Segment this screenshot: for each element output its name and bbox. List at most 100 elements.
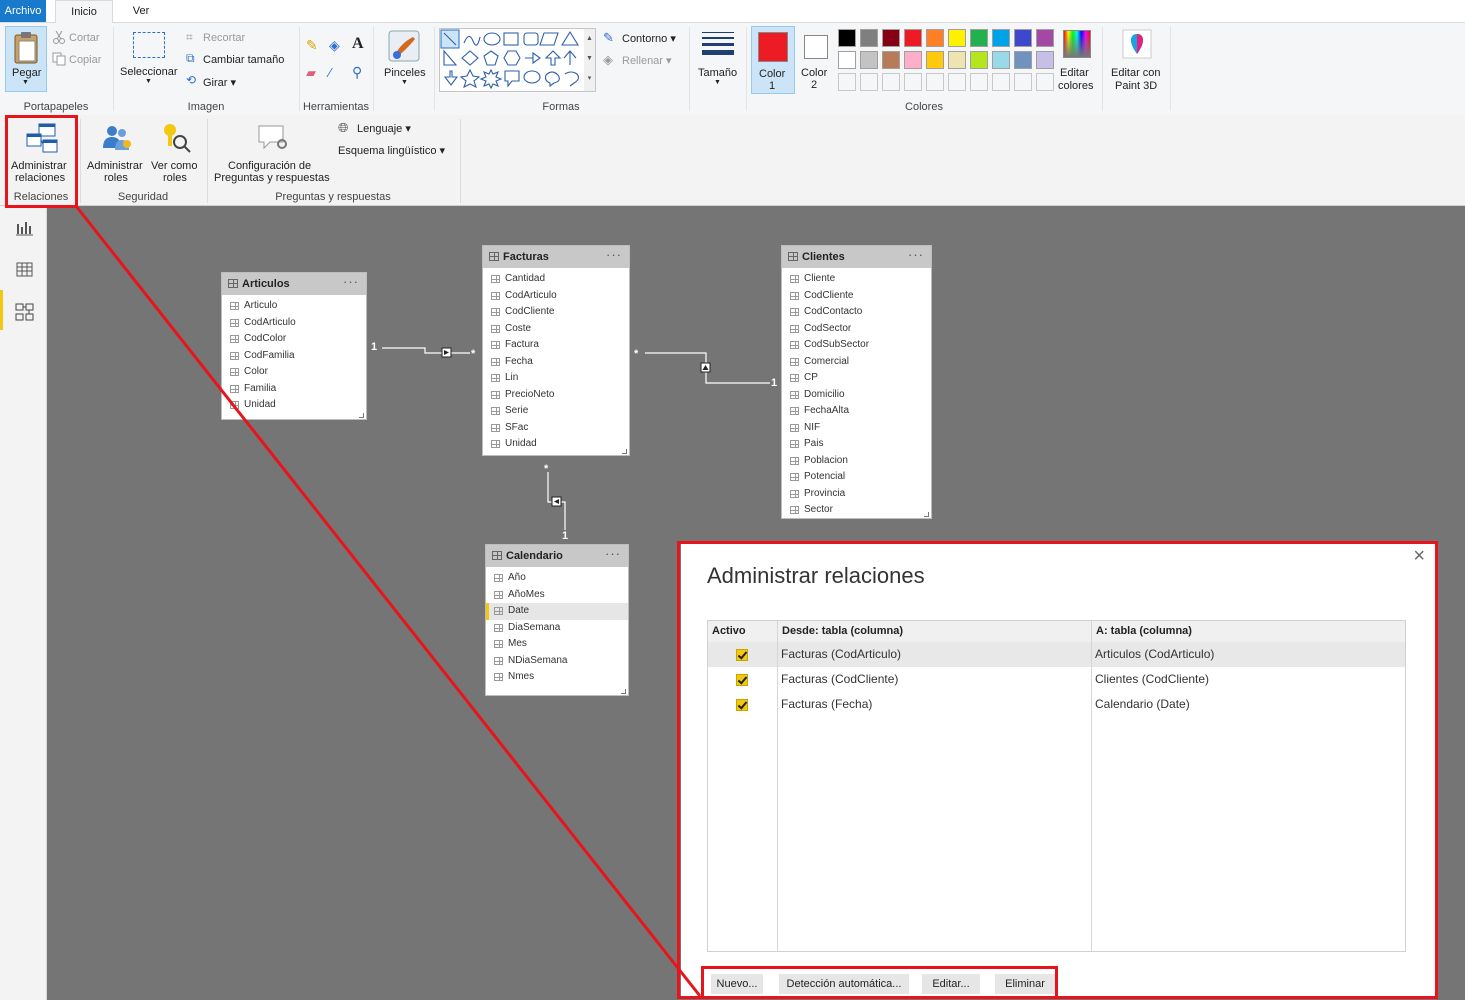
column-item[interactable]: Coste [483, 321, 629, 338]
column-item[interactable]: FechaAlta [782, 403, 931, 420]
palette-color-swatch[interactable] [1014, 51, 1032, 69]
edit-paint3d-button[interactable]: Editar con Paint 3D [1106, 27, 1168, 93]
palette-color-swatch[interactable] [948, 29, 966, 47]
more-options-icon[interactable]: ··· [343, 274, 359, 289]
palette-color-swatch[interactable] [882, 29, 900, 47]
palette-color-swatch[interactable] [926, 29, 944, 47]
cut-button[interactable]: Cortar [69, 32, 100, 44]
column-item[interactable]: Nmes [486, 669, 628, 686]
palette-empty-swatch[interactable] [1014, 73, 1032, 91]
palette-color-swatch[interactable] [992, 51, 1010, 69]
fill-bucket-icon[interactable]: ◈ [329, 37, 340, 54]
color1-button[interactable]: Color 1 [751, 26, 795, 94]
text-tool-icon[interactable]: A [352, 35, 364, 53]
palette-color-swatch[interactable] [860, 29, 878, 47]
linguistic-schema-button[interactable]: Esquema lingüístico ▾ [338, 144, 445, 157]
table-card-clientes[interactable]: Clientes ··· Cliente CodCliente CodContacto C… [782, 246, 931, 518]
brushes-button[interactable]: Pinceles ▼ [380, 27, 430, 91]
palette-color-swatch[interactable] [970, 51, 988, 69]
column-item[interactable]: AñoMes [486, 587, 628, 604]
column-item[interactable]: Factura [483, 337, 629, 354]
column-item[interactable]: SFac [483, 420, 629, 437]
table-card-facturas[interactable]: Facturas ··· Cantidad CodArticulo CodCliente… [483, 246, 629, 455]
column-item[interactable]: Lin [483, 370, 629, 387]
table-card-header[interactable]: Clientes ··· [782, 246, 931, 268]
column-item[interactable]: Sector [782, 502, 931, 519]
fill-button[interactable]: Rellenar ▾ [622, 54, 672, 67]
magnifier-icon[interactable]: ⚲ [352, 64, 362, 81]
palette-color-swatch[interactable] [904, 51, 922, 69]
palette-empty-swatch[interactable] [838, 73, 856, 91]
palette-color-swatch[interactable] [860, 51, 878, 69]
column-item[interactable]: DiaSemana [486, 620, 628, 637]
tab-view[interactable]: Ver [117, 0, 165, 22]
column-item[interactable]: Domicilio [782, 387, 931, 404]
palette-empty-swatch[interactable] [926, 73, 944, 91]
column-item[interactable]: CodFamilia [222, 348, 366, 365]
resize-button[interactable]: Cambiar tamaño [203, 54, 284, 66]
column-item[interactable]: CP [782, 370, 931, 387]
column-item[interactable]: Año [486, 570, 628, 587]
tab-home[interactable]: Inicio [55, 0, 113, 23]
column-item[interactable]: CodContacto [782, 304, 931, 321]
column-item[interactable]: Serie [483, 403, 629, 420]
palette-color-swatch[interactable] [882, 51, 900, 69]
column-item[interactable]: Cliente [782, 271, 931, 288]
column-item[interactable]: CodColor [222, 331, 366, 348]
paste-button[interactable]: Pegar ▼ [5, 26, 47, 92]
palette-empty-swatch[interactable] [992, 73, 1010, 91]
table-card-header[interactable]: Articulos ··· [222, 273, 366, 295]
color2-button[interactable]: Color 2 [797, 26, 835, 92]
palette-color-swatch[interactable] [970, 29, 988, 47]
palette-color-swatch[interactable] [992, 29, 1010, 47]
model-view-icon[interactable] [15, 302, 35, 322]
column-item[interactable]: PrecioNeto [483, 387, 629, 404]
column-item[interactable]: Mes [486, 636, 628, 653]
qa-config-button[interactable]: Configuración de Preguntas y respuestas [212, 118, 334, 184]
column-item[interactable]: Familia [222, 381, 366, 398]
column-item[interactable]: Fecha [483, 354, 629, 371]
copy-button[interactable]: Copiar [69, 54, 101, 66]
column-item[interactable]: CodCliente [782, 288, 931, 305]
palette-color-swatch[interactable] [904, 29, 922, 47]
table-card-header[interactable]: Calendario ··· [486, 545, 628, 567]
column-item[interactable]: NDiaSemana [486, 653, 628, 670]
report-view-icon[interactable] [15, 218, 35, 238]
column-item[interactable]: CodArticulo [222, 315, 366, 332]
column-item[interactable]: Unidad [483, 436, 629, 453]
table-card-articulos[interactable]: Articulos ··· Articulo CodArticulo CodColor C… [222, 273, 366, 419]
shapes-scroll[interactable]: ▲ ▼ ▾ [584, 28, 596, 92]
palette-empty-swatch[interactable] [882, 73, 900, 91]
outline-button[interactable]: Contorno ▾ [622, 32, 676, 45]
column-item[interactable]: NIF [782, 420, 931, 437]
column-item[interactable]: CodSubSector [782, 337, 931, 354]
column-item[interactable]: Potencial [782, 469, 931, 486]
column-item[interactable]: Articulo [222, 298, 366, 315]
palette-color-swatch[interactable] [838, 51, 856, 69]
language-button[interactable]: Lenguaje ▾ [357, 122, 411, 135]
crop-button[interactable]: Recortar [203, 32, 245, 44]
resize-handle[interactable] [359, 413, 364, 418]
column-item[interactable]: Provincia [782, 486, 931, 503]
column-item[interactable]: CodCliente [483, 304, 629, 321]
palette-empty-swatch[interactable] [904, 73, 922, 91]
palette-empty-swatch[interactable] [860, 73, 878, 91]
edit-colors-button[interactable]: Editar colores [1058, 27, 1100, 93]
more-options-icon[interactable]: ··· [606, 247, 622, 262]
column-item[interactable]: CodArticulo [483, 288, 629, 305]
column-item[interactable]: Pais [782, 436, 931, 453]
column-item[interactable]: Poblacion [782, 453, 931, 470]
palette-empty-swatch[interactable] [948, 73, 966, 91]
column-item[interactable]: Unidad [222, 397, 366, 414]
size-button[interactable]: Tamaño ▼ [694, 27, 742, 91]
tab-file[interactable]: Archivo [0, 0, 46, 22]
more-options-icon[interactable]: ··· [908, 247, 924, 262]
select-button[interactable]: Seleccionar ▼ [118, 28, 180, 92]
palette-empty-swatch[interactable] [1036, 73, 1054, 91]
eraser-icon[interactable]: ▰ [306, 65, 316, 81]
table-card-header[interactable]: Facturas ··· [483, 246, 629, 268]
column-item[interactable]: Comercial [782, 354, 931, 371]
palette-color-swatch[interactable] [1036, 51, 1054, 69]
rotate-button[interactable]: Girar ▾ [203, 76, 236, 89]
palette-color-swatch[interactable] [1014, 29, 1032, 47]
